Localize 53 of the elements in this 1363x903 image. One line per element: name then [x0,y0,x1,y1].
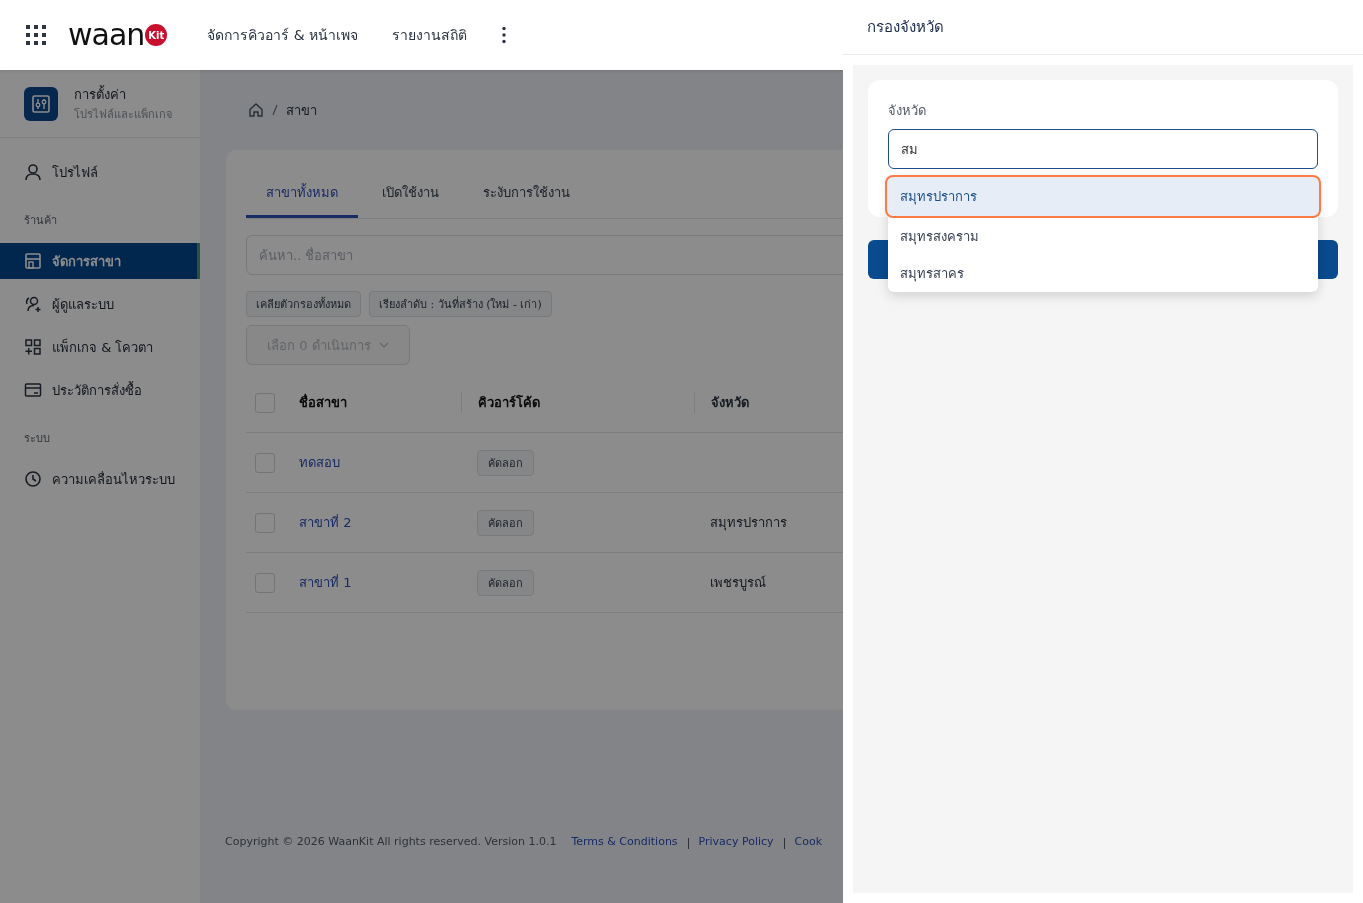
footer-link[interactable]: Terms & Conditions [571,835,678,848]
sidebar-item[interactable]: โปรไฟล์ [0,154,200,190]
branch-link[interactable]: สาขาที่ 1 [299,575,352,590]
apps-grid-icon[interactable] [25,24,47,46]
sidebar-item[interactable]: จัดการสาขา [0,243,200,279]
column-header[interactable]: คิวอาร์โค้ด [461,392,710,413]
tab[interactable]: สาขาทั้งหมด [246,170,358,218]
province-field[interactable]: สม [888,129,1318,169]
tab[interactable]: เปิดใช้งาน [362,170,459,218]
footer-link[interactable]: Privacy Policy [698,835,774,848]
sidebar-item[interactable]: ผู้ดูแลระบบ [0,286,200,322]
copy-button[interactable]: คัดลอก [477,509,534,536]
footer-link[interactable]: Cook [794,835,823,848]
clock-icon [24,470,42,488]
field-label: จังหวัด [888,102,927,120]
store-icon [24,252,42,270]
dropdown-option[interactable]: สมุทรสาคร [888,255,1318,292]
branch-link[interactable]: สาขาที่ 2 [299,515,352,530]
sidebar-item[interactable]: ประวัติการสั่งซื้อ [0,372,200,408]
section-label: ระบบ [23,431,51,447]
checkbox[interactable] [255,512,275,533]
table-cell: สมุทรปราการ [710,515,787,530]
breadcrumb-separator [272,104,278,116]
sidebar-item[interactable]: ความเคลื่อนไหวระบบ [0,461,200,497]
drawer-title: กรองจังหวัด [867,17,944,38]
person-icon [24,163,42,181]
nav-link[interactable]: รายงานสถิติ [392,24,468,46]
filter-button[interactable]: เรียงลำดับ : วันที่สร้าง (ใหม่ - เก่า) [369,291,552,317]
users-icon [24,295,42,313]
home-icon[interactable] [248,102,264,118]
checkbox[interactable] [255,392,275,413]
table-cell: เพชรบูรณ์ [710,575,766,590]
copy-button[interactable]: คัดลอก [477,449,534,476]
dropdown-option[interactable]: สมุทรปราการ [885,175,1321,218]
chevron-down-icon [378,342,389,348]
settings-icon [24,86,58,121]
more-menu-icon[interactable] [501,26,508,44]
breadcrumb-item: สาขา [286,101,317,120]
sidebar-subtitle: โปรไฟล์และแพ็กเกจ [74,106,172,123]
branch-link[interactable]: ทดสอบ [299,455,340,470]
filter-button[interactable]: เคลียตัวกรองทั้งหมด [246,291,361,317]
section-label: ร้านค้า [23,213,58,229]
copy-button[interactable]: คัดลอก [477,569,534,596]
sidebar-title: การตั้งค่า [74,84,127,104]
tab[interactable]: ระงับการใช้งาน [463,170,590,218]
card-icon [24,381,42,399]
sidebar-item[interactable]: แพ็กเกจ & โควตา [0,329,200,365]
grid-plus-icon [24,338,42,356]
checkbox[interactable] [255,572,275,593]
copyright-text: Copyright © 2026 WaanKit All rights reserved. Version 1.0.1 [225,835,557,848]
checkbox[interactable] [255,452,275,473]
dropdown-option[interactable]: สมุทรสงคราม [888,218,1318,255]
nav-link[interactable]: จัดการคิวอาร์ & หน้าเพจ [207,24,359,46]
